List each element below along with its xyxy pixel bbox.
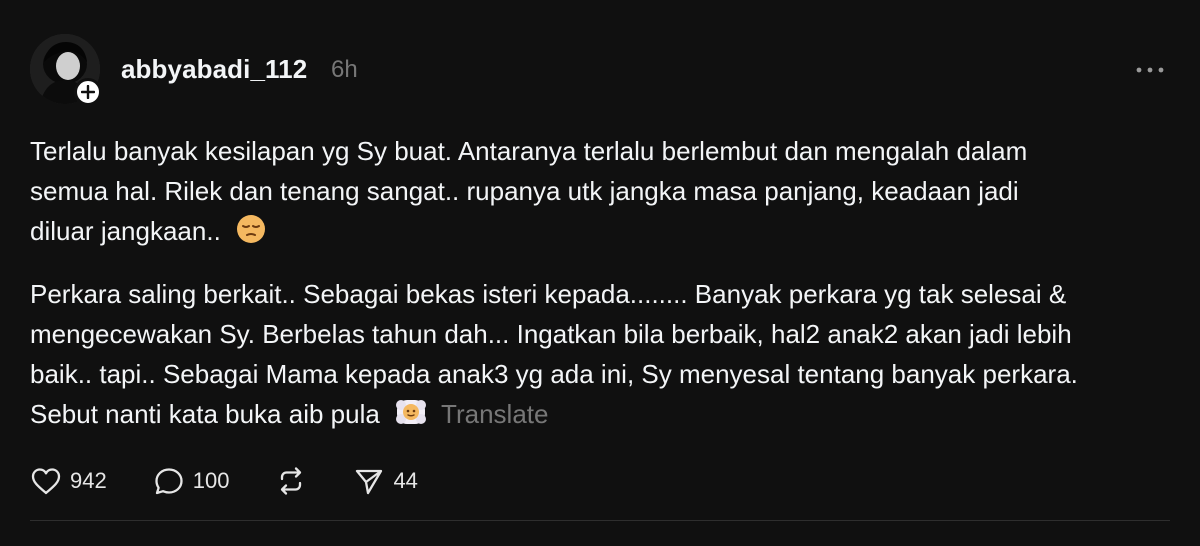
face-in-clouds-emoji <box>396 400 427 424</box>
text-line: semua hal. Rilek dan tenang sangat.. rup… <box>30 176 1019 206</box>
translate-link[interactable]: Translate <box>441 399 548 429</box>
repost-button[interactable] <box>275 466 307 496</box>
more-icon <box>1136 67 1164 73</box>
divider <box>30 520 1170 521</box>
pensive-face-emoji <box>237 215 266 243</box>
text-line: Sebut nanti kata buka aib pula <box>30 399 388 429</box>
post-time: 6h <box>331 56 358 83</box>
post-paragraph-2: Perkara saling berkait.. Sebagai bekas i… <box>30 274 1170 434</box>
text-line: mengecewakan Sy. Berbelas tahun dah... I… <box>30 319 1072 349</box>
post-paragraph-1: Terlalu banyak kesilapan yg Sy buat. Ant… <box>30 131 1170 251</box>
plus-icon <box>81 85 95 99</box>
like-count: 942 <box>70 468 107 493</box>
post-actions: 942 100 44 <box>30 464 464 498</box>
text-line: baik.. tapi.. Sebagai Mama kepada anak3 … <box>30 359 1078 389</box>
heart-icon <box>31 468 61 495</box>
text-line-with-emoji: Sebut nanti kata buka aib pula Translate <box>30 394 1170 434</box>
repost-icon <box>281 467 302 495</box>
like-button[interactable]: 942 <box>30 466 107 496</box>
avatar-container[interactable] <box>30 34 102 106</box>
send-icon <box>356 469 383 495</box>
reply-count: 100 <box>192 468 230 493</box>
share-button[interactable]: 44 <box>353 466 418 496</box>
text-line-with-emoji: diluar jangkaan.. <box>30 211 1170 251</box>
share-count: 44 <box>393 468 418 493</box>
follow-button[interactable] <box>74 78 102 106</box>
text-line: Perkara saling berkait.. Sebagai bekas i… <box>30 279 1067 309</box>
text-line: diluar jangkaan.. <box>30 216 229 246</box>
text-line: Terlalu banyak kesilapan yg Sy buat. Ant… <box>30 136 1028 166</box>
username[interactable]: abbyabadi_112 <box>121 54 307 85</box>
comment-bubble-icon <box>155 468 183 495</box>
thread-post: abbyabadi_112 6h Terlalu banyak kesilapa… <box>0 0 1200 546</box>
more-options-button[interactable] <box>1133 60 1167 80</box>
reply-button[interactable]: 100 <box>153 466 230 496</box>
